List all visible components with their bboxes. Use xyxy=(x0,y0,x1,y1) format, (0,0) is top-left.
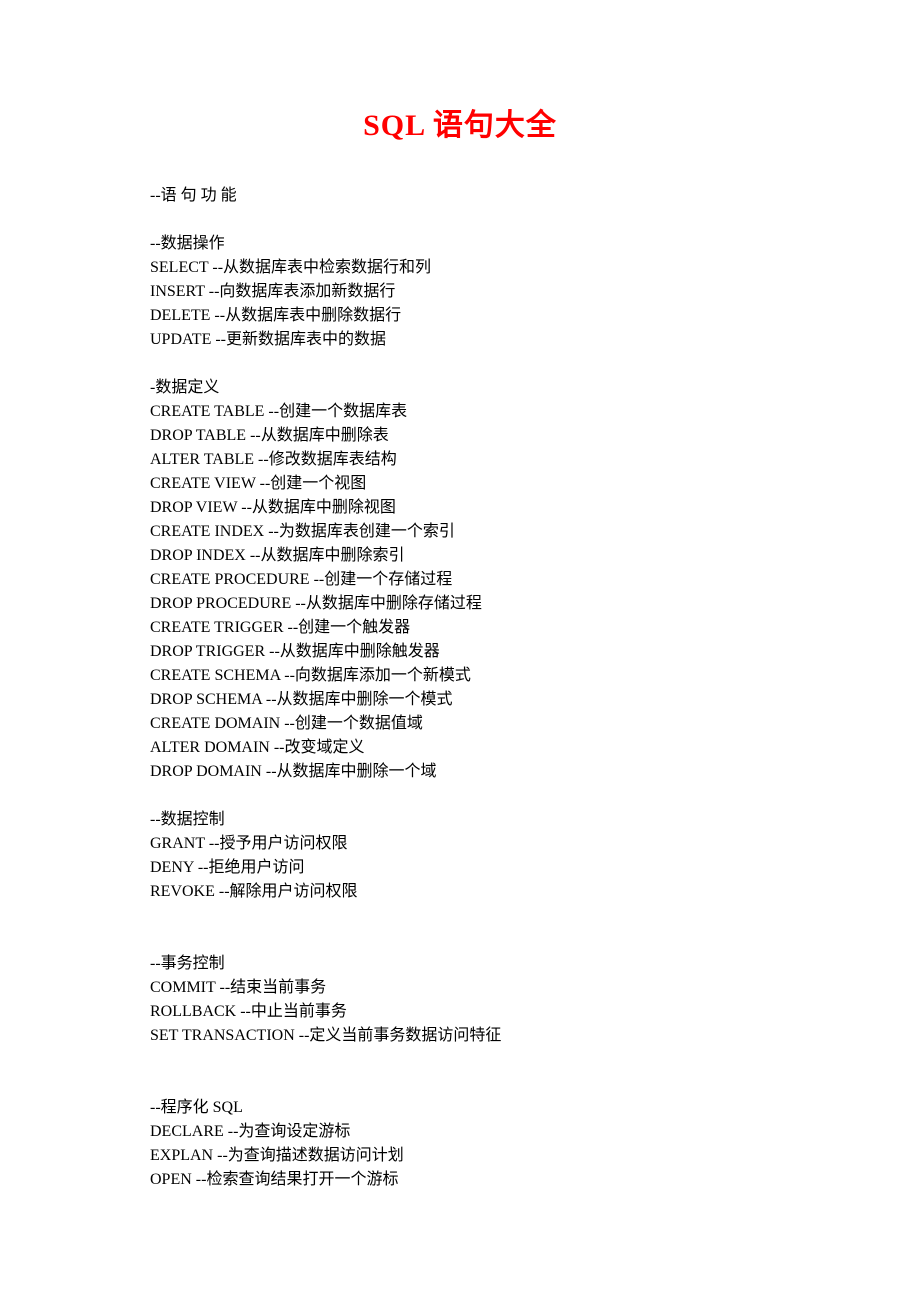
text-line: DROP SCHEMA --从数据库中删除一个模式 xyxy=(150,688,770,712)
section-gap xyxy=(150,784,770,808)
section-gap xyxy=(150,208,770,232)
text-line: SELECT --从数据库表中检索数据行和列 xyxy=(150,256,770,280)
section-gap xyxy=(150,1048,770,1072)
text-line: INSERT --向数据库表添加新数据行 xyxy=(150,280,770,304)
text-line: DROP TRIGGER --从数据库中删除触发器 xyxy=(150,640,770,664)
text-line: DROP DOMAIN --从数据库中删除一个域 xyxy=(150,760,770,784)
text-line: CREATE TABLE --创建一个数据库表 xyxy=(150,400,770,424)
text-line: GRANT --授予用户访问权限 xyxy=(150,832,770,856)
text-line: CREATE PROCEDURE --创建一个存储过程 xyxy=(150,568,770,592)
text-line: DELETE --从数据库表中删除数据行 xyxy=(150,304,770,328)
text-line: CREATE TRIGGER --创建一个触发器 xyxy=(150,616,770,640)
text-line: CREATE INDEX --为数据库表创建一个索引 xyxy=(150,520,770,544)
text-line: DENY --拒绝用户访问 xyxy=(150,856,770,880)
section-gap xyxy=(150,904,770,928)
text-line: ALTER TABLE --修改数据库表结构 xyxy=(150,448,770,472)
text-line: UPDATE --更新数据库表中的数据 xyxy=(150,328,770,352)
text-line: ROLLBACK --中止当前事务 xyxy=(150,1000,770,1024)
text-line: REVOKE --解除用户访问权限 xyxy=(150,880,770,904)
document-body: --语 句 功 能 --数据操作SELECT --从数据库表中检索数据行和列INS… xyxy=(150,184,770,1192)
text-line xyxy=(150,928,770,952)
section-gap xyxy=(150,352,770,376)
text-line: ALTER DOMAIN --改变域定义 xyxy=(150,736,770,760)
text-line: DECLARE --为查询设定游标 xyxy=(150,1120,770,1144)
text-line: DROP VIEW --从数据库中删除视图 xyxy=(150,496,770,520)
text-line xyxy=(150,1072,770,1096)
text-line: DROP TABLE --从数据库中删除表 xyxy=(150,424,770,448)
text-line: CREATE SCHEMA --向数据库添加一个新模式 xyxy=(150,664,770,688)
text-line: COMMIT --结束当前事务 xyxy=(150,976,770,1000)
text-line: DROP PROCEDURE --从数据库中删除存储过程 xyxy=(150,592,770,616)
text-line: --事务控制 xyxy=(150,952,770,976)
text-line: OPEN --检索查询结果打开一个游标 xyxy=(150,1168,770,1192)
document-title: SQL 语句大全 xyxy=(150,100,770,144)
text-line: DROP INDEX --从数据库中删除索引 xyxy=(150,544,770,568)
text-line: CREATE VIEW --创建一个视图 xyxy=(150,472,770,496)
text-line: EXPLAN --为查询描述数据访问计划 xyxy=(150,1144,770,1168)
text-line: CREATE DOMAIN --创建一个数据值域 xyxy=(150,712,770,736)
text-line: SET TRANSACTION --定义当前事务数据访问特征 xyxy=(150,1024,770,1048)
text-line: --数据操作 xyxy=(150,232,770,256)
text-line: --数据控制 xyxy=(150,808,770,832)
text-line: --程序化 SQL xyxy=(150,1096,770,1120)
text-line: -数据定义 xyxy=(150,376,770,400)
text-line: --语 句 功 能 xyxy=(150,184,770,208)
